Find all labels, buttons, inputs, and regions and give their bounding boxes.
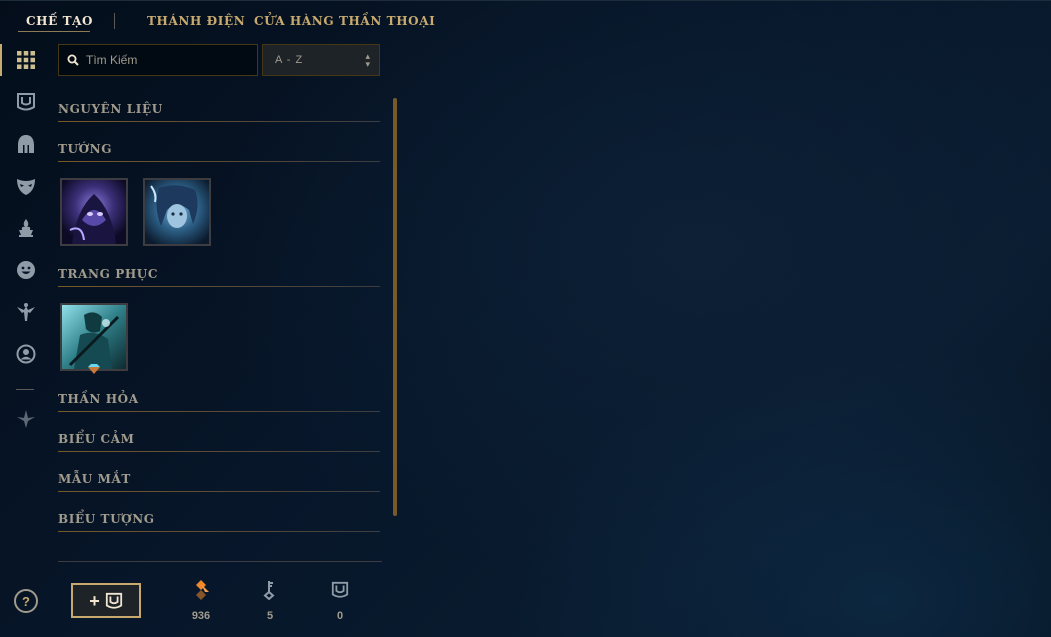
active-tab-underline [18,31,90,32]
sort-dropdown[interactable]: A - Z ▴ ▾ [262,44,380,76]
skin-portrait-1[interactable] [60,303,128,371]
emote-icon[interactable] [14,258,38,282]
category-icons[interactable]: BIỂU TƯỢNG [58,506,380,532]
list-scrollbar[interactable] [393,98,397,516]
ward-icon[interactable] [14,216,38,240]
category-label: THẦN HỎA [58,392,139,406]
category-skins[interactable]: TRANG PHỤC [58,261,380,287]
category-label: BIỂU CẢM [58,432,135,446]
tab-mythic-shop[interactable]: CỬA HÀNG THẦN THOẠI [254,14,435,30]
emblem-icon[interactable] [14,300,38,324]
add-chest-button[interactable]: + [71,583,141,618]
chest-icon[interactable] [14,90,38,114]
chest-counter: 0 [320,580,360,622]
search-icon [67,54,79,66]
sort-value: A - Z [275,54,304,66]
top-nav: CHẾ TẠO THÁNH ĐIỆN CỬA HÀNG THẦN THOẠI [0,0,1051,40]
grid-icon[interactable] [14,48,38,72]
chest-value: 0 [336,610,344,622]
tab-sanctum[interactable]: THÁNH ĐIỆN [147,14,245,30]
champion-portrait-2[interactable] [143,178,211,246]
category-label: TRANG PHỤC [58,267,158,281]
tft-icon[interactable] [14,407,38,431]
search-box[interactable] [58,44,258,76]
chest-icon [105,592,122,609]
category-label: BIỂU TƯỢNG [58,512,155,526]
orange-essence-value: 936 [191,610,211,622]
tab-divider [114,13,115,29]
rarity-gem-icon [88,364,100,374]
category-wards[interactable]: THẦN HỎA [58,386,380,412]
helmet-icon[interactable] [14,132,38,156]
category-eye-colors[interactable]: MẪU MẮT [58,466,380,492]
category-label: TƯỚNG [58,142,113,156]
category-label: NGUYÊN LIỆU [58,102,163,116]
profile-icon[interactable] [14,342,38,366]
chevron-updown-icon: ▴ ▾ [365,51,371,69]
help-button[interactable]: ? [14,589,38,613]
category-champions[interactable]: TƯỚNG [58,136,380,162]
key-icon [263,581,275,600]
key-counter: 5 [250,580,290,622]
rail-active-indicator [0,44,2,76]
category-rail: ? [0,40,50,637]
key-value: 5 [266,610,274,622]
category-materials[interactable]: NGUYÊN LIỆU [58,96,380,122]
chest-icon [331,581,349,598]
mask-icon[interactable] [14,174,38,198]
orange-essence-counter: 936 [181,580,221,622]
plus-icon: + [89,590,100,611]
bottom-divider [58,561,382,562]
loot-category-list: NGUYÊN LIỆU TƯỚNG TRANG PHỤC THẦN HỎA BI… [58,96,380,536]
tab-crafting[interactable]: CHẾ TẠO [26,14,93,30]
category-emotes[interactable]: BIỂU CẢM [58,426,380,452]
search-input[interactable] [86,53,246,67]
champion-portrait-1[interactable] [60,178,128,246]
orange-essence-icon [196,580,209,600]
category-label: MẪU MẮT [58,472,131,486]
rail-divider [16,389,34,390]
